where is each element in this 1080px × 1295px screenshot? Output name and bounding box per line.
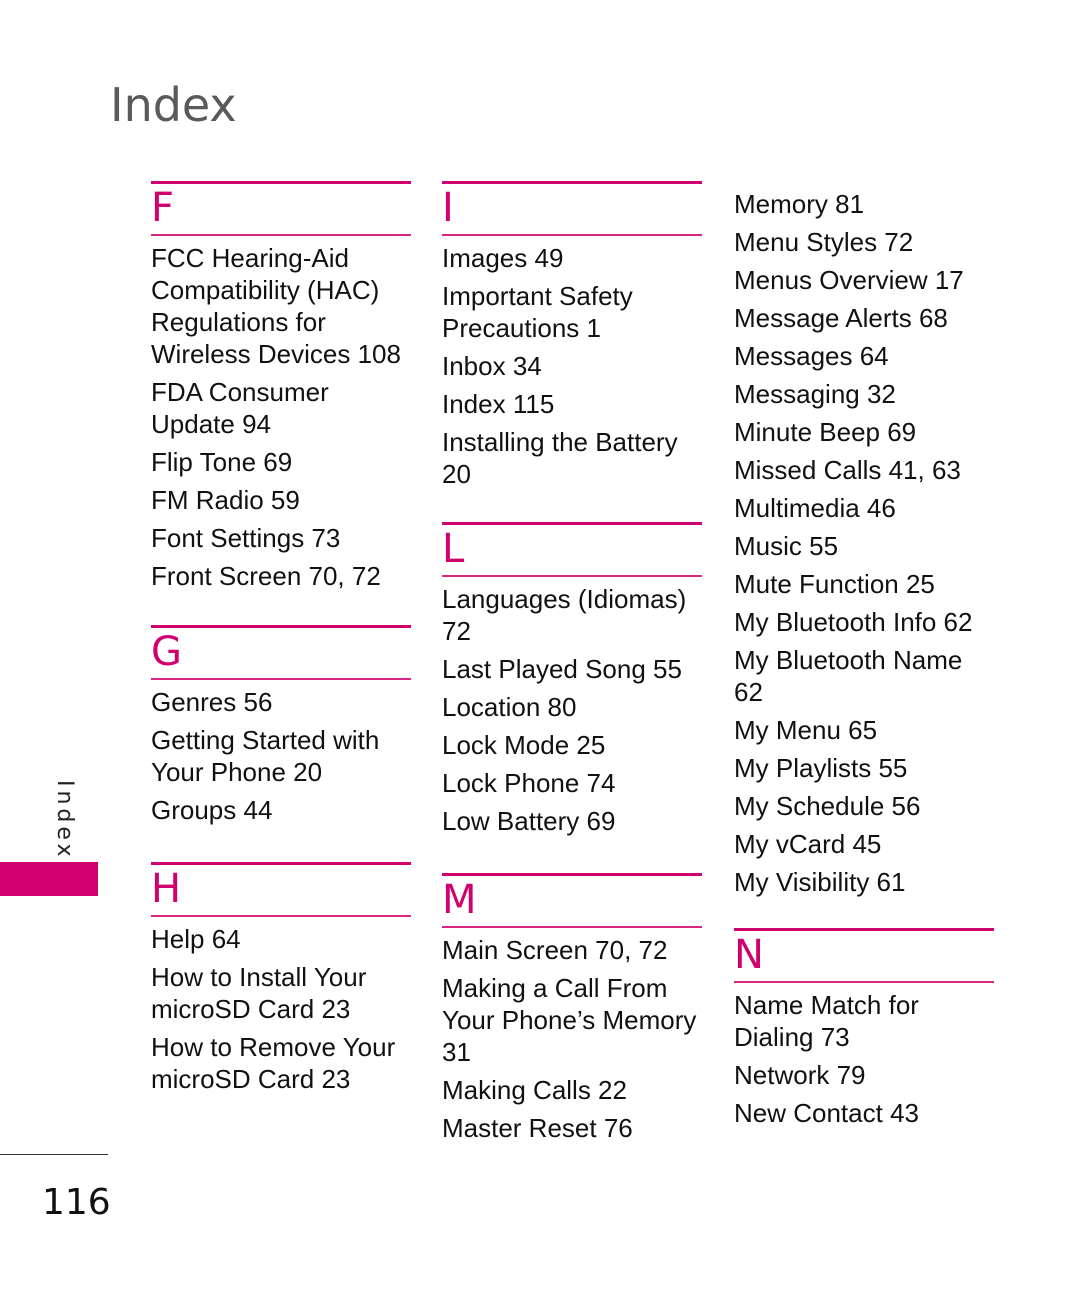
- index-entry: Font Settings 73: [151, 523, 341, 553]
- index-entry: Inbox 34: [442, 351, 542, 381]
- index-entry: Lock Phone 74: [442, 768, 616, 798]
- section-entries: Memory 81 Menu Styles 72 Menus Overview 17…: [734, 188, 996, 898]
- index-entry: Languages (Idiomas) 72: [442, 584, 687, 646]
- section-entries: Name Match for Dialing 73 Network 79 New C…: [734, 989, 996, 1129]
- index-entry: Flip Tone 69: [151, 447, 293, 477]
- index-entry: Front Screen 70, 72: [151, 561, 381, 591]
- section-letter: F: [151, 185, 175, 231]
- index-section-m-continued: Memory 81 Menu Styles 72 Menus Overview 17…: [734, 188, 996, 904]
- footer-divider: [0, 1154, 108, 1155]
- index-entry: Last Played Song 55: [442, 654, 682, 684]
- section-letter: L: [442, 526, 465, 572]
- index-entry: My vCard 45: [734, 829, 882, 859]
- section-letter: N: [734, 932, 764, 978]
- index-entry: FM Radio 59: [151, 485, 300, 515]
- index-entry: My Schedule 56: [734, 791, 921, 821]
- index-entry: Name Match for Dialing 73: [734, 990, 919, 1052]
- side-tab-label: Index: [52, 780, 77, 861]
- index-entry: Message Alerts 68: [734, 303, 948, 333]
- section-rule-bottom: [734, 981, 994, 983]
- index-entry: My Bluetooth Name 62: [734, 645, 963, 707]
- index-entry: How to Install Your microSD Card 23: [151, 962, 367, 1024]
- index-entry: Memory 81: [734, 189, 865, 219]
- index-entry: Genres 56: [151, 687, 273, 717]
- index-entry: Images 49: [442, 243, 564, 273]
- index-entry: FDA Consumer Update 94: [151, 377, 329, 439]
- section-letter: G: [151, 629, 182, 675]
- index-entry: Menu Styles 72: [734, 227, 914, 257]
- index-section-i: I Images 49 Important Safety Precautions …: [442, 181, 704, 496]
- section-letter: I: [442, 185, 454, 231]
- index-section-m: M Main Screen 70, 72 Making a Call From Y…: [442, 873, 704, 1150]
- index-entry: My Bluetooth Info 62: [734, 607, 973, 637]
- index-entry: New Contact 43: [734, 1098, 919, 1128]
- page-title: Index: [110, 78, 237, 132]
- section-rule-bottom: [151, 234, 411, 236]
- index-entry: Low Battery 69: [442, 806, 616, 836]
- index-entry: Main Screen 70, 72: [442, 935, 668, 965]
- section-entries: FCC Hearing-Aid Compatibility (HAC) Regu…: [151, 242, 413, 592]
- section-entries: Help 64 How to Install Your microSD Card …: [151, 923, 413, 1095]
- section-rule-bottom: [442, 575, 702, 577]
- index-entry: How to Remove Your microSD Card 23: [151, 1032, 396, 1094]
- index-section-f: F FCC Hearing-Aid Compatibility (HAC) Re…: [151, 181, 413, 598]
- section-rule-bottom: [151, 915, 411, 917]
- index-entry: Menus Overview 17: [734, 265, 964, 295]
- page-number: 116: [42, 1182, 111, 1223]
- index-entry: Index 115: [442, 389, 555, 419]
- index-entry: Master Reset 76: [442, 1113, 633, 1143]
- index-entry: Messaging 32: [734, 379, 896, 409]
- index-entry: Messages 64: [734, 341, 889, 371]
- index-entry: Groups 44: [151, 795, 273, 825]
- index-entry: Lock Mode 25: [442, 730, 606, 760]
- section-letter: M: [442, 877, 477, 923]
- index-entry: Network 79: [734, 1060, 866, 1090]
- index-entry: Important Safety Precautions 1: [442, 281, 633, 343]
- section-entries: Genres 56 Getting Started with Your Phone…: [151, 686, 413, 826]
- index-entry: FCC Hearing-Aid Compatibility (HAC) Regu…: [151, 243, 401, 369]
- section-entries: Images 49 Important Safety Precautions 1 I…: [442, 242, 704, 490]
- index-entry: My Visibility 61: [734, 867, 906, 897]
- index-entry: Installing the Battery 20: [442, 427, 678, 489]
- section-rule-bottom: [151, 678, 411, 680]
- index-section-n: N Name Match for Dialing 73 Network 79 New…: [734, 928, 996, 1135]
- index-entry: Mute Function 25: [734, 569, 935, 599]
- section-rule-bottom: [442, 926, 702, 928]
- index-entry: Minute Beep 69: [734, 417, 917, 447]
- index-entry: Music 55: [734, 531, 839, 561]
- index-entry: Getting Started with Your Phone 20: [151, 725, 380, 787]
- index-entry: My Playlists 55: [734, 753, 908, 783]
- index-section-l: L Languages (Idiomas) 72 Last Played Song…: [442, 522, 704, 843]
- index-entry: Multimedia 46: [734, 493, 896, 523]
- index-section-g: G Genres 56 Getting Started with Your Pho…: [151, 625, 413, 832]
- index-entry: My Menu 65: [734, 715, 878, 745]
- index-entry: Missed Calls 41, 63: [734, 455, 961, 485]
- section-rule-bottom: [442, 234, 702, 236]
- section-letter: H: [151, 866, 182, 912]
- side-tab-marker: [0, 862, 98, 896]
- index-entry: Location 80: [442, 692, 577, 722]
- section-entries: Languages (Idiomas) 72 Last Played Song 5…: [442, 583, 704, 837]
- index-entry: Help 64: [151, 924, 241, 954]
- index-entry: Making a Call From Your Phone’s Memory 3…: [442, 973, 697, 1067]
- section-entries: Main Screen 70, 72 Making a Call From You…: [442, 934, 704, 1144]
- index-entry: Making Calls 22: [442, 1075, 627, 1105]
- index-section-h: H Help 64 How to Install Your microSD Car…: [151, 862, 413, 1101]
